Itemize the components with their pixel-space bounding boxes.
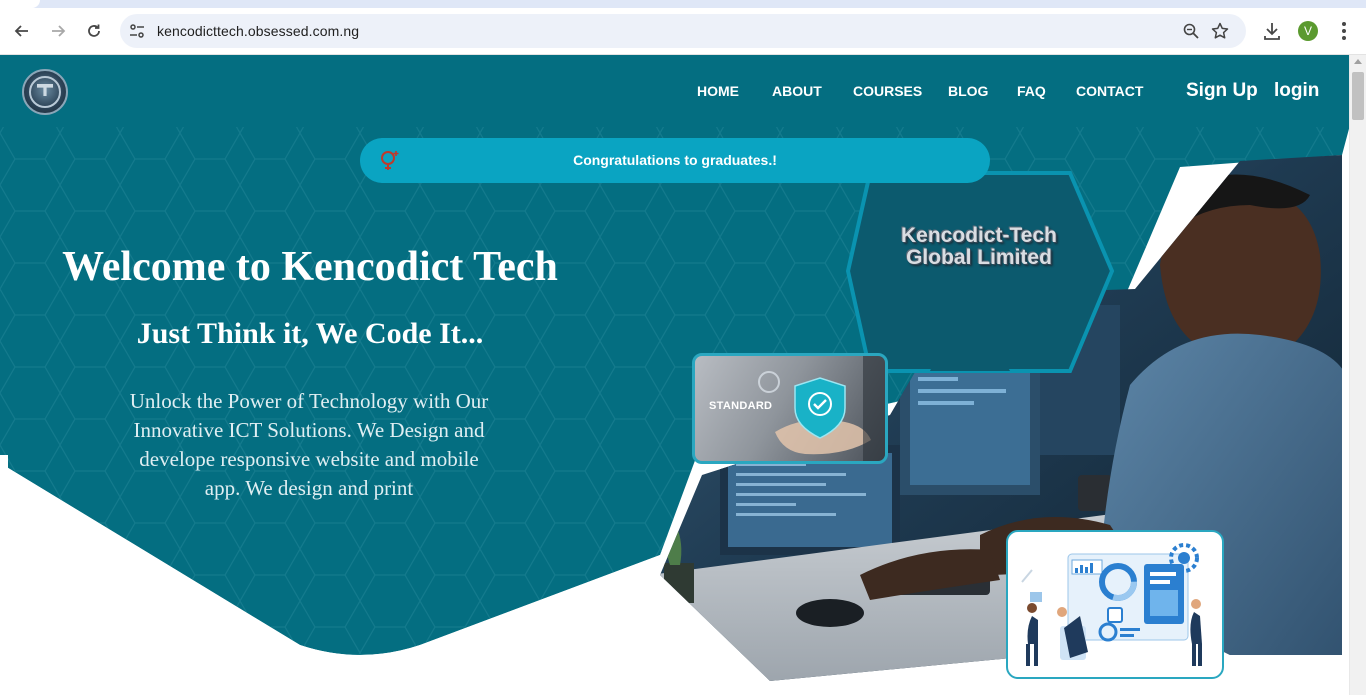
- profile-avatar[interactable]: V: [1298, 21, 1318, 41]
- zoom-icon[interactable]: [1182, 22, 1200, 40]
- reload-button[interactable]: [81, 18, 107, 44]
- active-tab[interactable]: [0, 0, 40, 8]
- site-logo[interactable]: [22, 69, 68, 115]
- hero-tagline: Just Think it, We Code It...: [136, 317, 484, 350]
- nav-contact[interactable]: CONTACT: [1076, 83, 1143, 99]
- analytics-illustration: [1021, 543, 1202, 666]
- company-name: Kencodict-Tech Global Limited: [870, 225, 1088, 269]
- nav-blog[interactable]: BLOG: [948, 83, 988, 99]
- company-name-line1: Kencodict-Tech: [901, 224, 1057, 247]
- standard-label: STANDARD: [709, 400, 773, 412]
- login-link[interactable]: login: [1274, 80, 1319, 102]
- scroll-up-icon[interactable]: [1354, 59, 1362, 64]
- page-scrollbar[interactable]: [1349, 55, 1366, 695]
- company-name-line2: Global Limited: [906, 246, 1052, 269]
- hero-title: Welcome to Kencodict Tech: [62, 244, 558, 290]
- nav-about[interactable]: ABOUT: [772, 83, 822, 99]
- hero-description: Unlock the Power of Technology with Our …: [129, 389, 489, 500]
- kebab-menu-icon[interactable]: [1334, 20, 1354, 42]
- address-bar[interactable]: kencodicttech.obsessed.com.ng: [120, 14, 1246, 48]
- analytics-illustration-card: [1006, 530, 1224, 679]
- reload-icon: [88, 24, 100, 37]
- sign-up-link[interactable]: Sign Up: [1186, 80, 1258, 102]
- nav-faq[interactable]: FAQ: [1017, 83, 1046, 99]
- nav-home[interactable]: HOME: [697, 83, 739, 99]
- scrollbar-thumb[interactable]: [1352, 72, 1364, 120]
- site-info-icon[interactable]: [128, 22, 146, 40]
- download-icon[interactable]: [1261, 20, 1283, 42]
- bookmark-star-icon[interactable]: [1210, 21, 1230, 41]
- arrow-left-icon: [14, 25, 28, 37]
- arrow-right-icon: [52, 25, 66, 37]
- nav-courses[interactable]: COURSES: [853, 83, 922, 99]
- announcement-banner: Congratulations to graduates.!: [360, 138, 990, 183]
- standard-card: STANDARD: [692, 353, 888, 464]
- announcement-text: Congratulations to graduates.!: [573, 152, 777, 168]
- browser-toolbar: kencodicttech.obsessed.com.ng V: [0, 8, 1366, 55]
- tab-strip: [0, 0, 1366, 8]
- forward-button[interactable]: [45, 18, 71, 44]
- back-button[interactable]: [9, 18, 35, 44]
- profile-initial: V: [1303, 24, 1312, 38]
- url-text[interactable]: kencodicttech.obsessed.com.ng: [157, 23, 359, 39]
- web-page: HOME ABOUT COURSES BLOG FAQ CONTACT Sign…: [0, 55, 1350, 695]
